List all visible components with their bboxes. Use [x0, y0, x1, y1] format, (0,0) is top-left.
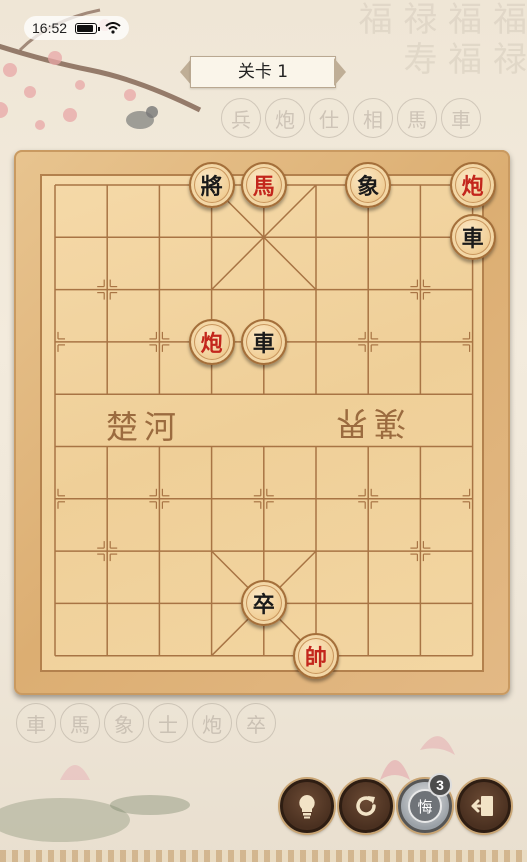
restart-button[interactable]	[339, 779, 393, 833]
captured-piece: 卒	[236, 703, 276, 743]
piece-red-marshal[interactable]: 帥	[293, 632, 339, 679]
piece-black-general[interactable]: 將	[188, 162, 235, 208]
piece-red-cannon-mid[interactable]: 炮	[188, 318, 235, 365]
footer-border	[0, 850, 527, 862]
piece-black-chariot-mid[interactable]: 車	[240, 318, 287, 365]
hint-button[interactable]	[280, 779, 334, 833]
piece-black-chariot-right[interactable]: 車	[449, 214, 496, 261]
exit-door-icon	[471, 796, 493, 816]
piece-red-cannon-top[interactable]: 炮	[449, 162, 496, 208]
refresh-icon	[356, 796, 376, 816]
piece-black-soldier[interactable]: 卒	[240, 580, 287, 627]
lightbulb-icon	[299, 795, 315, 819]
captured-piece: 炮	[192, 703, 232, 743]
exit-button[interactable]	[457, 779, 511, 833]
river-text-chu: 楚河	[106, 408, 183, 446]
piece-black-elephant[interactable]: 象	[345, 162, 392, 208]
river-text-han: 漢界	[330, 404, 407, 442]
captured-piece: 車	[16, 703, 56, 743]
piece-red-horse[interactable]: 馬	[240, 162, 287, 208]
undo-count-badge: 3	[428, 773, 452, 797]
captured-pieces-bottom: 車馬象士炮卒	[16, 703, 276, 743]
captured-piece: 象	[104, 703, 144, 743]
captured-piece: 士	[148, 703, 188, 743]
captured-piece: 馬	[60, 703, 100, 743]
